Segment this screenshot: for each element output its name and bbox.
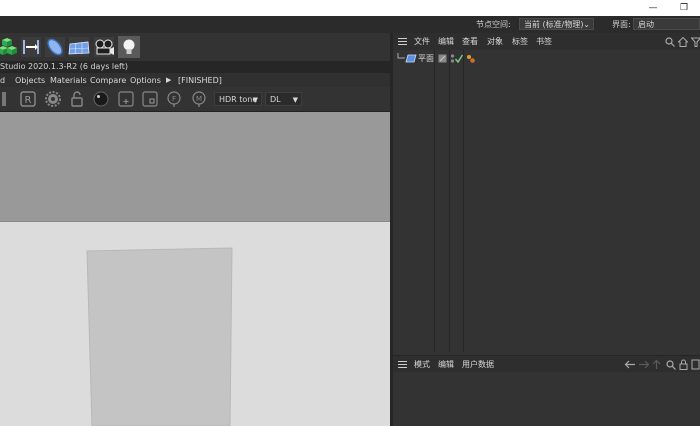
tone-mapping-value: HDR tone: [219, 95, 258, 104]
svg-text:R: R: [25, 95, 32, 106]
menu-tags[interactable]: 标签: [512, 37, 528, 47]
kernel-value: DL: [270, 95, 281, 104]
column-separator: [449, 50, 450, 352]
material-ball-icon[interactable]: [93, 91, 109, 107]
renderer-title-bar: Studio 2020.1.3-R2 (6 days left): [0, 61, 390, 73]
pause-icon[interactable]: [0, 91, 10, 107]
object-name[interactable]: 平面: [418, 53, 434, 64]
camera-rig-icon[interactable]: [93, 36, 115, 58]
object-row[interactable]: 平面: [393, 52, 700, 65]
new-panel-icon[interactable]: [691, 359, 700, 370]
arrow-up-icon[interactable]: [652, 359, 661, 370]
kernel-select[interactable]: DL ▼: [265, 92, 302, 106]
boundary-arrow-icon[interactable]: [20, 36, 42, 58]
add-region-icon[interactable]: [118, 91, 134, 107]
tone-mapping-select[interactable]: HDR tone ▼: [214, 92, 262, 106]
layout-select[interactable]: 启动: [633, 18, 700, 30]
node-space-label: 节点空间:: [476, 20, 511, 29]
menu-item-options[interactable]: Options: [130, 75, 161, 86]
menu-user-data[interactable]: 用户数据: [462, 360, 494, 370]
cube-cluster-icon[interactable]: [0, 36, 18, 58]
light-bulb-icon[interactable]: [118, 36, 140, 58]
menu-item-materials[interactable]: Materials: [50, 75, 87, 86]
renderer-title: Studio 2020.1.3-R2 (6 days left): [0, 62, 128, 71]
blue-grid-icon[interactable]: [68, 36, 90, 58]
search-icon[interactable]: [665, 37, 675, 47]
menu-object[interactable]: 对象: [487, 37, 503, 47]
chevron-down-icon: ▼: [292, 96, 298, 104]
lock-icon[interactable]: [679, 359, 688, 370]
renderer-menu-bar: d Objects Materials Compare Options ▶ [F…: [0, 73, 390, 87]
menu-bookmarks[interactable]: 书签: [536, 37, 552, 47]
menu-item-d[interactable]: d: [0, 75, 5, 86]
svg-text:F: F: [172, 95, 176, 103]
search-icon[interactable]: [666, 360, 676, 370]
node-space-select[interactable]: 当前 (标准/物理) ⌄: [519, 18, 594, 30]
menu-item-compare[interactable]: Compare: [90, 75, 126, 86]
filter-icon[interactable]: [691, 37, 700, 47]
minimize-button[interactable]: —: [646, 2, 660, 14]
svg-text:M: M: [196, 95, 202, 103]
restart-render-icon[interactable]: R: [20, 91, 36, 107]
menu-edit[interactable]: 编辑: [438, 37, 454, 47]
menu-file[interactable]: 文件: [414, 37, 430, 47]
chevron-down-icon: ▼: [252, 96, 258, 104]
focus-pick-icon[interactable]: F: [166, 91, 182, 107]
renderer-toolbar: R F M HDR tone ▼ DL ▼: [0, 87, 390, 112]
object-manager-menubar: 文件 编辑 查看 对象 标签 书签: [393, 33, 700, 50]
arrow-right-icon[interactable]: [638, 360, 650, 369]
enabled-check-icon[interactable]: [455, 54, 463, 63]
hamburger-icon[interactable]: [398, 38, 407, 45]
layout-value: 启动: [638, 20, 654, 29]
tree-branch-icon: [397, 53, 405, 59]
object-icon-toolbar: [0, 33, 390, 61]
render-viewport[interactable]: [0, 112, 390, 426]
play-arrow-icon[interactable]: ▶: [166, 75, 171, 86]
rendered-plane: [86, 247, 233, 426]
region-render-icon[interactable]: [142, 91, 158, 107]
column-separator: [463, 50, 464, 352]
top-layout-bar: 节点空间: 当前 (标准/物理) ⌄ 界面: 启动: [0, 16, 700, 33]
plane-object-icon: [405, 54, 417, 63]
layer-toggle-icon[interactable]: [438, 54, 447, 63]
home-icon[interactable]: [678, 37, 688, 47]
render-status: [FINISHED]: [178, 76, 222, 85]
menu-mode[interactable]: 模式: [414, 360, 430, 370]
gear-icon[interactable]: [45, 91, 61, 107]
lock-icon[interactable]: [69, 91, 85, 107]
blue-capsule-icon[interactable]: [44, 36, 66, 58]
arrow-left-icon[interactable]: [624, 360, 636, 369]
attribute-manager-menubar: 模式 编辑 用户数据: [393, 355, 700, 373]
material-tag-icon[interactable]: [466, 54, 476, 64]
window-title-bar: — ❐: [0, 0, 700, 16]
menu-item-objects[interactable]: Objects: [15, 75, 45, 86]
maximize-button[interactable]: ❐: [677, 2, 691, 14]
layout-label: 界面:: [612, 20, 631, 29]
menu-view[interactable]: 查看: [462, 37, 478, 47]
object-list: 平面: [393, 50, 700, 352]
material-pick-icon[interactable]: M: [191, 91, 207, 107]
column-separator: [434, 50, 435, 352]
hamburger-icon[interactable]: [398, 361, 407, 368]
chevron-down-icon: ⌄: [583, 20, 590, 29]
attribute-manager-body: [393, 372, 700, 426]
node-space-value: 当前 (标准/物理): [524, 20, 584, 29]
menu-edit[interactable]: 编辑: [438, 360, 454, 370]
